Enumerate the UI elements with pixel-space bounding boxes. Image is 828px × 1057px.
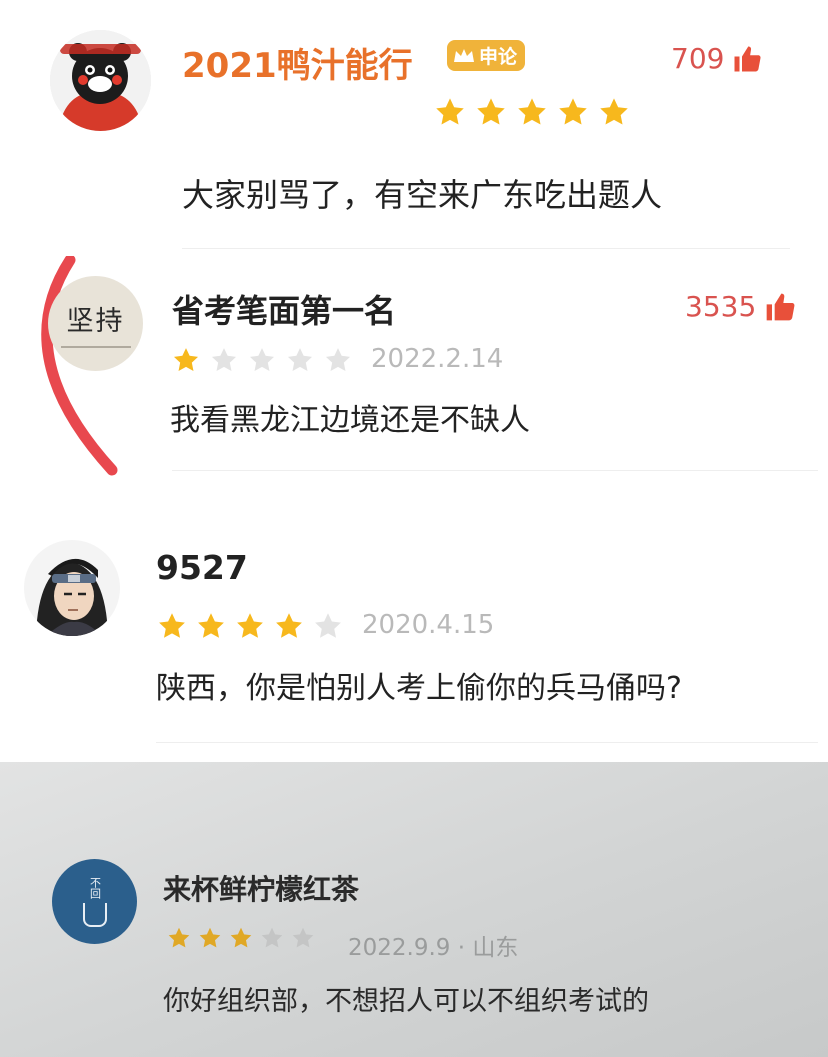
review-date: 2020.4.15	[362, 610, 495, 640]
star-filled-icon	[237, 613, 263, 638]
avatar[interactable]	[50, 30, 151, 131]
star-filled-icon	[276, 613, 302, 638]
star-filled-icon	[198, 613, 224, 638]
star-rating	[434, 96, 630, 128]
review-date: 2022.9.9 · 山东	[348, 935, 519, 961]
thumbs-up-icon	[734, 46, 761, 71]
badge: 申论	[447, 40, 526, 71]
star-filled-icon	[600, 98, 628, 125]
username[interactable]: 来杯鲜柠檬红茶	[163, 868, 359, 908]
username[interactable]: 省考笔面第一名	[172, 286, 396, 332]
avatar[interactable]	[24, 540, 120, 636]
kumamon-avatar-icon	[50, 30, 151, 131]
star-filled-icon	[559, 98, 587, 125]
cup-logo-icon	[82, 902, 107, 927]
star-empty-icon	[211, 348, 237, 371]
avatar-text: 坚持	[66, 306, 125, 337]
star-empty-icon	[287, 348, 313, 371]
star-filled-icon	[168, 927, 190, 948]
avatar[interactable]: 不回	[52, 859, 137, 944]
anime-character-icon	[36, 558, 108, 636]
star-filled-icon	[199, 927, 221, 948]
avatar[interactable]: 坚持	[48, 276, 143, 371]
star-empty-icon	[292, 927, 314, 948]
photographed-review-card: 不回 来杯鲜柠檬红茶 2022.9.9 · 山东 你好组织部，不想招人可以不组织…	[0, 762, 828, 1057]
thumbs-up-icon	[766, 293, 795, 320]
star-filled-icon	[173, 348, 199, 371]
star-filled-icon	[159, 613, 185, 638]
star-filled-icon	[477, 98, 505, 125]
review-date: 2022.2.14	[371, 344, 504, 374]
avatar-text: 不回	[88, 876, 102, 899]
comment-text: 我看黑龙江边境还是不缺人	[170, 403, 530, 438]
username[interactable]: 2021鸭汁能行	[182, 38, 413, 87]
crown-icon	[454, 48, 474, 62]
divider	[156, 742, 818, 743]
comment-text: 陕西，你是怕别人考上偷你的兵马俑吗?	[156, 671, 682, 706]
like-count: 709	[671, 42, 725, 75]
divider	[172, 470, 818, 471]
comment-text: 大家别骂了，有空来广东吃出题人	[182, 176, 663, 214]
star-rating	[167, 926, 315, 950]
star-rating	[172, 346, 352, 374]
like-count: 3535	[685, 290, 757, 323]
star-empty-icon	[325, 348, 351, 371]
avatar-small-print	[60, 346, 131, 348]
star-filled-icon	[436, 98, 464, 125]
star-rating	[157, 611, 343, 641]
star-empty-icon	[261, 927, 283, 948]
username[interactable]: 9527	[156, 548, 248, 587]
star-empty-icon	[315, 613, 341, 638]
comment-text: 你好组织部，不想招人可以不组织考试的	[163, 986, 649, 1017]
star-filled-icon	[518, 98, 546, 125]
star-filled-icon	[230, 927, 252, 948]
divider	[182, 248, 790, 249]
like-button[interactable]: 709	[671, 42, 762, 75]
star-empty-icon	[249, 348, 275, 371]
badge-label: 申论	[479, 46, 518, 68]
like-button[interactable]: 3535	[685, 290, 796, 323]
